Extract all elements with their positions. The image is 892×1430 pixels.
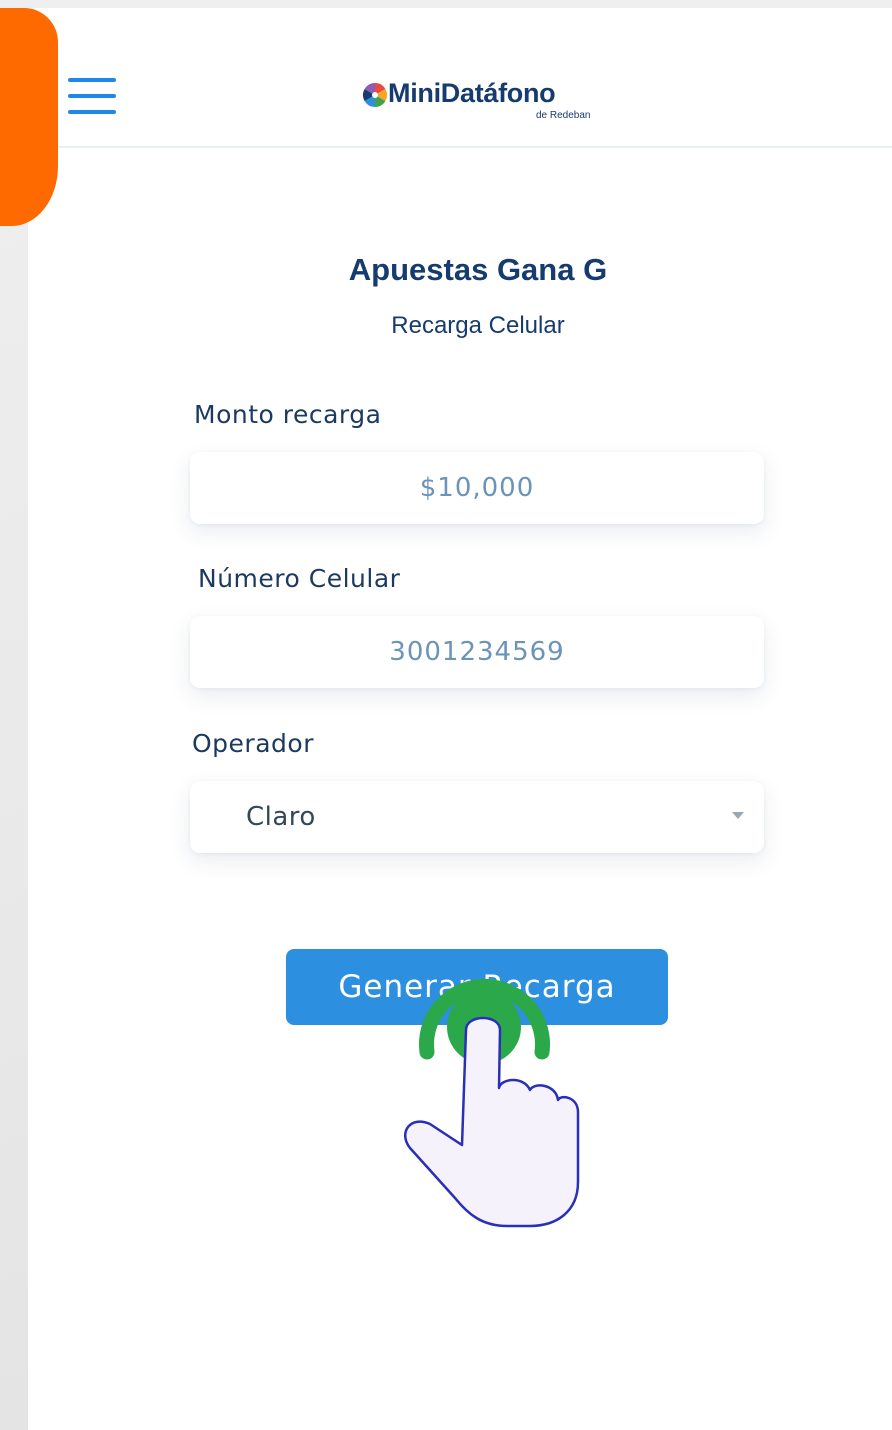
- caret-down-icon: [732, 812, 744, 819]
- operator-select[interactable]: Claro: [190, 781, 764, 853]
- hamburger-menu-icon[interactable]: [68, 76, 118, 120]
- orange-side-tab: [0, 8, 58, 226]
- logo-text: MiniDatáfono: [388, 78, 556, 108]
- merchant-name: Apuestas Gana G: [348, 252, 608, 287]
- top-strip: [0, 0, 892, 8]
- generate-recharge-button[interactable]: Generar Recarga: [286, 949, 668, 1025]
- operator-label: Operador: [192, 729, 314, 758]
- phone-label: Número Celular: [198, 564, 401, 593]
- top-bar: MiniDatáfono de Redeban: [28, 8, 892, 148]
- logo-subtext: de Redeban: [536, 110, 591, 121]
- amount-label: Monto recarga: [194, 400, 382, 429]
- amount-field[interactable]: $10,000: [190, 452, 764, 524]
- logo-mark-icon: [362, 83, 388, 107]
- app-screen: MiniDatáfono de Redeban Apuestas Gana G …: [28, 8, 892, 1430]
- service-name: Recarga Celular: [391, 312, 565, 339]
- phone-field[interactable]: 3001234569: [190, 616, 764, 688]
- operator-selected-value: Claro: [246, 802, 316, 832]
